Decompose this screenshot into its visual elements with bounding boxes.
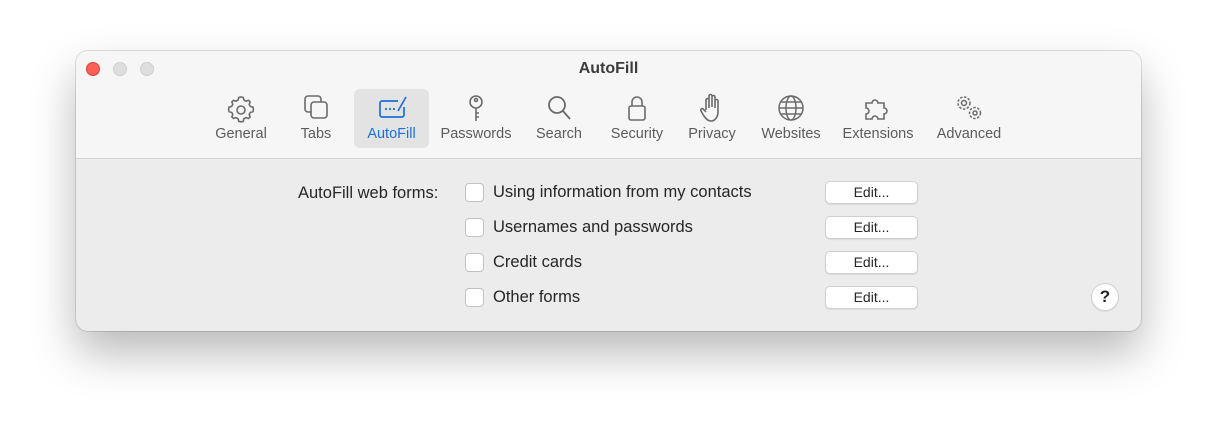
usernames-passwords-option-label: Usernames and passwords: [493, 218, 693, 236]
gear-icon: [207, 93, 275, 123]
other-forms-option-label: Other forms: [493, 288, 581, 306]
hand-icon: [680, 93, 744, 123]
tab-label: Extensions: [842, 126, 914, 142]
tab-security[interactable]: Security: [602, 89, 672, 148]
tab-tabs[interactable]: Tabs: [288, 89, 344, 148]
tab-general[interactable]: General: [207, 89, 275, 148]
tab-label: General: [215, 126, 267, 142]
tab-label: Security: [610, 126, 664, 142]
gears-icon: [931, 93, 1007, 123]
other-forms-checkbox[interactable]: [465, 288, 484, 307]
tab-label: Advanced: [936, 126, 1002, 142]
tabs-icon: [288, 93, 344, 123]
tab-websites[interactable]: Websites: [754, 89, 828, 148]
help-button[interactable]: ?: [1091, 283, 1119, 311]
credit-cards-checkbox[interactable]: [465, 253, 484, 272]
tab-label: Tabs: [300, 126, 332, 142]
window-title: AutoFill: [578, 60, 639, 77]
contacts-option-label: Using information from my contacts: [493, 183, 752, 201]
edit-usernames-passwords-button[interactable]: Edit...: [825, 216, 918, 239]
edit-other-forms-button[interactable]: Edit...: [825, 286, 918, 309]
tab-search[interactable]: Search: [528, 89, 590, 148]
tab-autofill[interactable]: AutoFill: [354, 89, 429, 148]
autofill-icon: [354, 93, 429, 123]
tab-label: AutoFill: [367, 126, 416, 142]
edit-contacts-button[interactable]: Edit...: [825, 181, 918, 204]
puzzle-icon: [836, 93, 920, 123]
tab-passwords[interactable]: Passwords: [434, 89, 518, 148]
tab-extensions[interactable]: Extensions: [836, 89, 920, 148]
key-icon: [434, 93, 518, 123]
lock-icon: [602, 93, 672, 123]
credit-cards-option-label: Credit cards: [493, 253, 582, 271]
tab-label: Search: [536, 126, 582, 142]
tab-label: Websites: [761, 126, 821, 142]
globe-icon: [754, 93, 828, 123]
toolbar: AutoFill General Tabs AutoFill Passwords…: [76, 51, 1141, 159]
tab-privacy[interactable]: Privacy: [680, 89, 744, 148]
tab-advanced[interactable]: Advanced: [931, 89, 1007, 148]
magnifier-icon: [528, 93, 590, 123]
usernames-passwords-checkbox[interactable]: [465, 218, 484, 237]
edit-credit-cards-button[interactable]: Edit...: [825, 251, 918, 274]
contacts-checkbox[interactable]: [465, 183, 484, 202]
preferences-window: AutoFill General Tabs AutoFill Passwords…: [76, 51, 1141, 331]
autofill-web-forms-label: AutoFill web forms:: [298, 184, 439, 202]
tab-label: Passwords: [440, 126, 512, 142]
tab-label: Privacy: [688, 126, 736, 142]
